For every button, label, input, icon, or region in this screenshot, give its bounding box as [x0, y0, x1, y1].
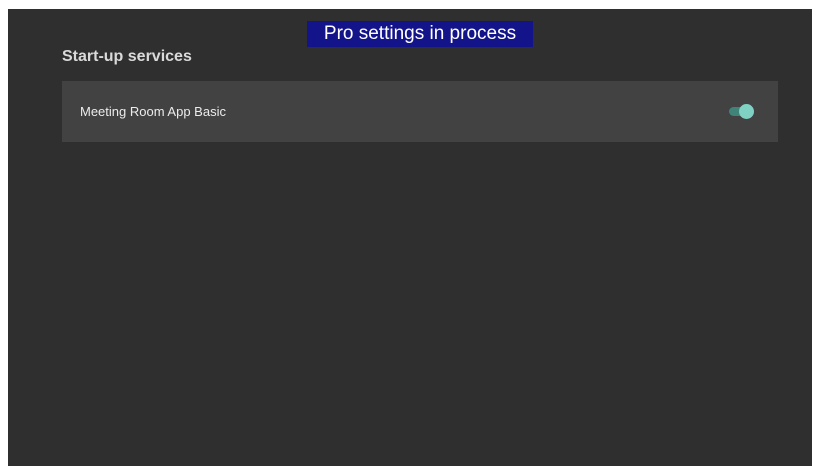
- service-label: Meeting Room App Basic: [80, 104, 226, 119]
- status-banner: Pro settings in process: [307, 21, 533, 47]
- settings-screen: Pro settings in process Start-up service…: [8, 9, 812, 466]
- service-toggle[interactable]: [729, 104, 755, 119]
- service-row-meeting-room-app-basic[interactable]: Meeting Room App Basic: [62, 81, 778, 142]
- section-title: Start-up services: [62, 48, 192, 65]
- toggle-thumb: [739, 104, 754, 119]
